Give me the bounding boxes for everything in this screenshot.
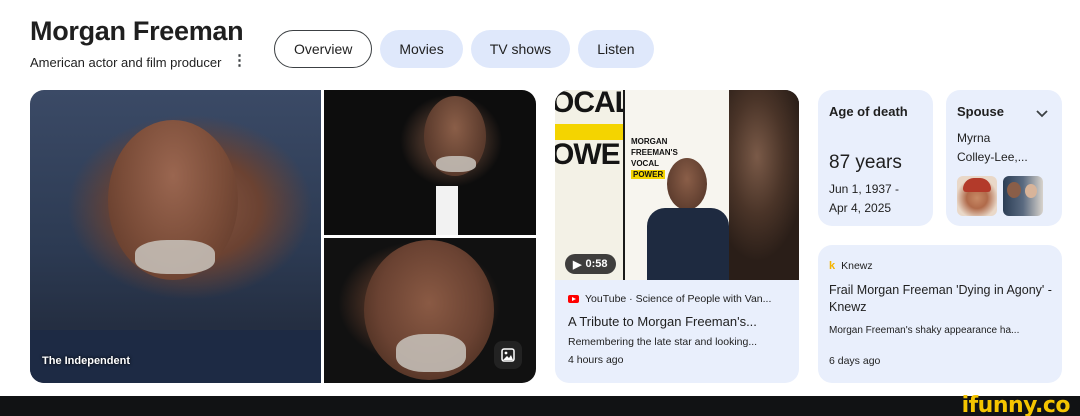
age-value: 87 years [829,152,902,173]
page-title: Morgan Freeman [30,16,244,46]
poster-word: OCAL [555,90,623,119]
spouse-name[interactable]: Myrna Colley-Lee,... [957,129,1028,167]
photo-bottom-right[interactable] [324,238,536,383]
portrait-head [667,158,707,210]
tab-overview[interactable]: Overview [274,30,373,68]
spouse-card[interactable]: Spouse Myrna Colley-Lee,... [946,90,1062,226]
video-description: Remembering the late star and looking... [568,336,758,348]
age-label: Age of death [829,104,908,119]
spouse-label: Spouse [957,104,1004,119]
age-of-death-card[interactable]: Age of death 87 years Jun 1, 1937 - Apr … [818,90,933,226]
portrait-beard [396,334,466,372]
news-timestamp: 6 days ago [829,355,881,367]
video-source-label: YouTube · Science of People with Van... [585,293,772,305]
tab-listen[interactable]: Listen [578,30,654,68]
tab-movies[interactable]: Movies [380,30,463,68]
play-button[interactable]: ▶ 0:58 [565,254,616,274]
lifespan-dates: Jun 1, 1937 - Apr 4, 2025 [829,180,899,218]
youtube-icon [568,295,579,303]
photo-top-right[interactable] [324,90,536,235]
poster-word: OWE [555,138,621,171]
news-source: k Knewz [829,260,873,272]
video-card[interactable]: OCAL OWE MORGAN FREEMAN'S VOCAL POWER ▶ … [555,90,799,383]
subtitle: American actor and film producer [30,55,222,70]
portrait-collar [436,186,458,235]
spouse-photo[interactable] [957,176,997,216]
image-search-icon[interactable] [494,341,522,369]
death-date: Apr 4, 2025 [829,201,892,215]
spouse-photo[interactable] [1003,176,1043,216]
video-title[interactable]: A Tribute to Morgan Freeman's... [568,314,757,329]
portrait-suit [647,208,729,280]
spouse-photos [957,176,1043,216]
news-source-label: Knewz [841,260,873,272]
video-thumbnail[interactable]: OCAL OWE MORGAN FREEMAN'S VOCAL POWER ▶ … [555,90,799,280]
play-icon: ▶ [573,258,582,271]
news-card[interactable]: k Knewz Frail Morgan Freeman 'Dying in A… [818,245,1062,383]
birth-date: Jun 1, 1937 - [829,182,900,196]
photo-caption: The Independent [42,355,130,367]
video-timestamp: 4 hours ago [568,354,624,366]
portrait-beard [135,240,215,274]
video-source: YouTube · Science of People with Van... [568,293,771,305]
knewz-logo-icon: k [829,260,836,272]
thumbnail-poster: MORGAN FREEMAN'S VOCAL POWER [625,90,729,280]
thumbnail-face [729,90,799,280]
video-duration: 0:58 [585,258,608,270]
poster-stripe [555,124,623,140]
kebab-icon[interactable]: ⋮ [232,51,247,69]
chevron-down-icon[interactable] [1036,105,1048,123]
thumbnail-poster-left: OCAL OWE [555,90,623,280]
watermark: ifunny.co [961,393,1071,416]
footer-bar: ifunny.co [0,393,1080,416]
tab-tv-shows[interactable]: TV shows [470,30,571,68]
photo-main[interactable]: The Independent [30,90,321,383]
news-description: Morgan Freeman's shaky appearance ha... [829,325,1020,336]
news-title[interactable]: Frail Morgan Freeman 'Dying in Agony' - … [829,282,1054,316]
tab-bar: Overview Movies TV shows Listen [274,30,654,68]
portrait-beard [436,156,476,172]
